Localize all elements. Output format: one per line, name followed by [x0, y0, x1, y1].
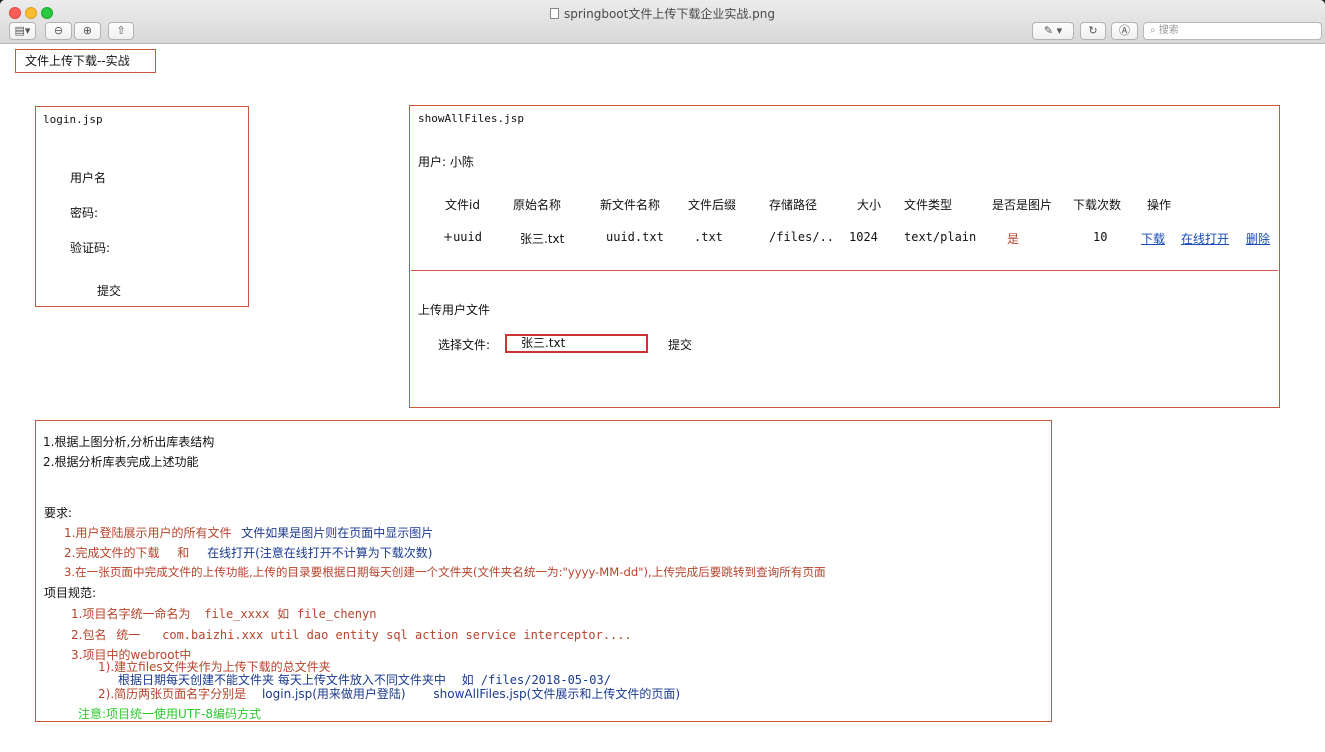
pen-icon: ✎ ▾: [1043, 24, 1063, 37]
requirement-3: 3.在一张页面中完成文件的上传功能,上传的目录要根据日期每天创建一个文件夹(文件…: [64, 565, 826, 579]
search-field[interactable]: ⌕ 搜索: [1143, 22, 1322, 40]
analysis-line-1: 1.根据上图分析,分析出库表结构: [43, 435, 215, 449]
sidebar-toggle-button[interactable]: ▤▾: [9, 22, 36, 40]
zoom-in-icon: ⊕: [82, 24, 93, 37]
col-header-id: 文件id: [445, 198, 480, 212]
row-size: 1024: [849, 230, 878, 244]
files-file-label: showAllFiles.jsp: [418, 112, 524, 125]
share-button[interactable]: ⇧: [108, 22, 134, 40]
col-header-suffix: 文件后缀: [688, 198, 737, 212]
cursor-crosshair-icon: +: [443, 230, 454, 244]
row-new-name: uuid.txt: [606, 230, 664, 244]
username-label: 用户名: [70, 171, 107, 185]
download-link[interactable]: 下载: [1141, 230, 1165, 247]
spec-2: 2.包名 统一 com.baizhi.xxx util dao entity s…: [71, 628, 632, 642]
delete-link[interactable]: 删除: [1246, 230, 1270, 247]
login-submit-button[interactable]: 提交: [97, 282, 121, 299]
files-panel: showAllFiles.jsp 用户: 小陈 文件id 原始名称 新文件名称 …: [409, 105, 1280, 408]
share-icon: ⇧: [116, 24, 126, 37]
captcha-label: 验证码:: [70, 241, 111, 255]
preview-window: springboot文件上传下载企业实战.png ▤▾ ⊖ ⊕ ⇧ ✎ ▾ ↻ …: [0, 0, 1325, 752]
row-is-image: 是: [1007, 232, 1020, 246]
search-icon: ⌕: [1150, 25, 1156, 36]
spec-1: 1.项目名字统一命名为 file_xxxx 如 file_chenyn: [71, 607, 377, 621]
spec-title: 项目规范:: [44, 586, 97, 600]
requirements-title: 要求:: [44, 506, 73, 520]
page-title: 文件上传下载--实战: [15, 49, 156, 73]
requirement-2: 2.完成文件的下载 和 在线打开(注意在线打开不计算为下载次数): [64, 546, 433, 560]
encoding-note: 注意:项目统一使用UTF-8编码方式: [78, 707, 262, 721]
row-id: +uuid: [443, 230, 482, 244]
col-header-downloads: 下载次数: [1073, 198, 1122, 212]
password-label: 密码:: [70, 206, 99, 220]
zoom-out-icon: ⊖: [53, 24, 64, 37]
col-header-actions: 操作: [1147, 198, 1172, 212]
rotate-icon: ↻: [1088, 24, 1098, 37]
current-user: 用户: 小陈: [418, 155, 474, 169]
row-downloads: 10: [1093, 230, 1108, 244]
col-header-is-image: 是否是图片: [992, 198, 1053, 212]
col-header-original-name: 原始名称: [513, 198, 562, 212]
upload-title: 上传用户文件: [418, 303, 491, 317]
zoom-in-button[interactable]: ⊕: [74, 22, 101, 40]
analysis-line-2: 2.根据分析库表完成上述功能: [43, 455, 199, 469]
rotate-button[interactable]: ↻: [1080, 22, 1106, 40]
markup-button[interactable]: ✎ ▾: [1032, 22, 1074, 40]
zoom-out-button[interactable]: ⊖: [45, 22, 72, 40]
title-bar: springboot文件上传下载企业实战.png ▤▾ ⊖ ⊕ ⇧ ✎ ▾ ↻ …: [0, 0, 1325, 44]
open-online-link[interactable]: 在线打开: [1181, 230, 1229, 247]
annotate-button[interactable]: Ⓐ: [1111, 22, 1138, 40]
file-input[interactable]: 张三.txt: [505, 334, 648, 353]
image-canvas: 文件上传下载--实战 login.jsp 用户名 密码: 验证码: 提交 sho…: [0, 44, 1325, 752]
markup-circle-icon: Ⓐ: [1119, 24, 1130, 37]
row-suffix: .txt: [694, 230, 723, 244]
spec-3-2: 2).简历两张页面名字分别是 login.jsp(用来做用户登陆) showAl…: [98, 687, 681, 701]
document-icon: [549, 8, 559, 19]
row-original-name: 张三.txt: [520, 232, 565, 246]
window-title: springboot文件上传下载企业实战.png: [0, 5, 1325, 22]
requirement-1: 1.用户登陆展示用户的所有文件 文件如果是图片则在页面中显示图片: [64, 526, 434, 540]
login-panel: login.jsp 用户名 密码: 验证码: 提交: [35, 106, 249, 307]
row-type: text/plain: [904, 230, 977, 244]
row-path: /files/..: [769, 230, 835, 244]
upload-submit-button[interactable]: 提交: [668, 336, 692, 353]
choose-file-label: 选择文件:: [438, 338, 491, 352]
login-file-label: login.jsp: [43, 113, 103, 126]
requirements-panel: 1.根据上图分析,分析出库表结构 2.根据分析库表完成上述功能 要求: 1.用户…: [35, 420, 1052, 722]
col-header-new-name: 新文件名称: [600, 198, 661, 212]
col-header-path: 存储路径: [769, 198, 818, 212]
sidebar-icon: ▤▾: [14, 24, 31, 37]
col-header-type: 文件类型: [904, 198, 953, 212]
section-divider: [411, 270, 1278, 271]
col-header-size: 大小: [857, 198, 882, 212]
